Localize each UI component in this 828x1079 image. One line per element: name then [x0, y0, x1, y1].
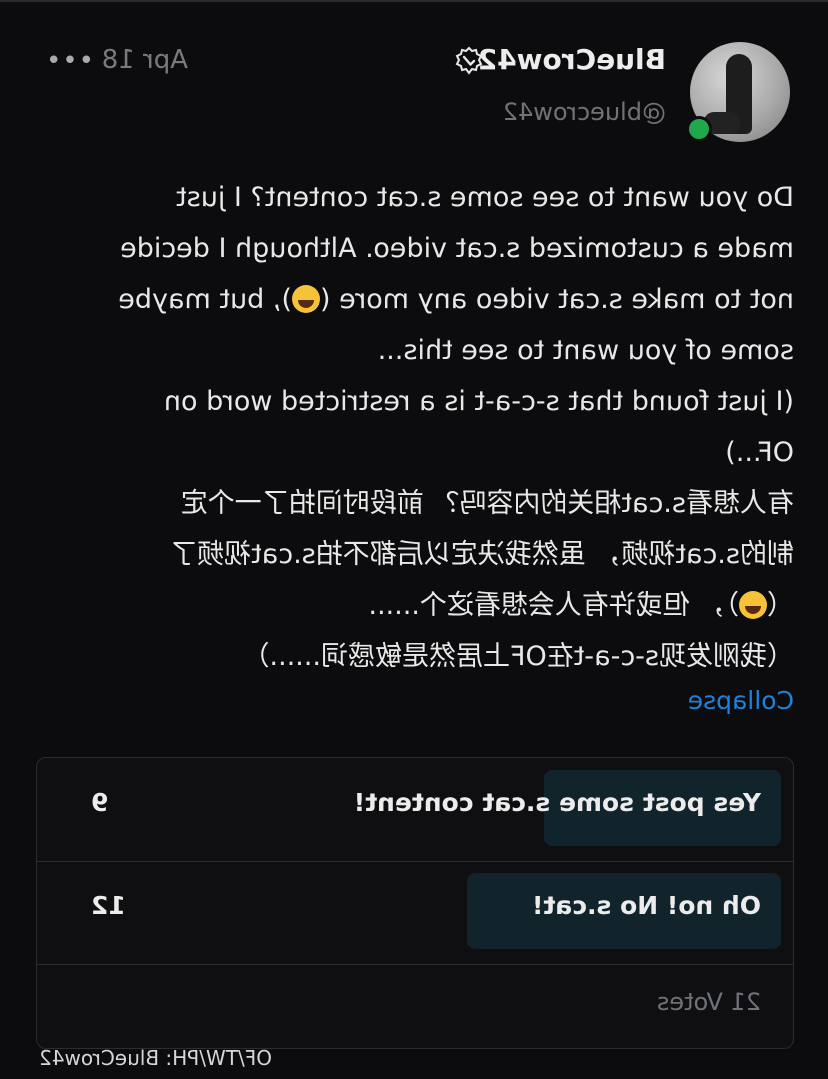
post-body: Do you want to see some s.cat content? I…: [46, 172, 794, 682]
post-body-line: some of you want to see this...: [377, 335, 794, 366]
post-body-line: （我刚发现s-c-a-t在OF上居然是敏感词......）: [242, 641, 794, 672]
poll-option[interactable]: Oh no! No s.cat! 12: [37, 861, 793, 965]
poll-total-votes: 21 Votes: [656, 988, 761, 1016]
poll-option-label: Yes post some s.cat content!: [353, 788, 761, 817]
post-card: BlueCrow42 Apr 18 ••• @bluecrow42 Do you…: [0, 0, 828, 1079]
watermark: OF/TW/PH: BlueCrow42: [39, 1046, 272, 1070]
poll: Yes post some s.cat content! 9 Oh no! No…: [36, 757, 794, 1049]
poll-option-count: 9: [91, 788, 109, 817]
username[interactable]: BlueCrow42: [478, 43, 666, 76]
post-body-line: (I just found that s-c-a-t is a restrict…: [163, 386, 794, 417]
poll-option-count: 12: [91, 891, 126, 920]
divider: [0, 0, 828, 2]
online-status-dot: [686, 116, 712, 142]
post-body-line: Do you want to see some s.cat content? I…: [176, 182, 794, 213]
collapse-link[interactable]: Collapse: [688, 686, 794, 715]
laughing-emoji-icon: [739, 591, 767, 619]
post-body-line: made a customized s.cat video. Although …: [120, 233, 794, 264]
post-body-line: （）， 但或许有人会想看这个......: [368, 590, 794, 621]
poll-option-label: Oh no! No s.cat!: [531, 891, 761, 920]
post-body-line: 制的s.cat视频， 虽然我决定以后都不拍s.cat视频了: [170, 539, 794, 570]
post-body-line: not to make s.cat video any more (), but…: [118, 284, 794, 315]
user-handle[interactable]: @bluecrow42: [503, 98, 666, 126]
post-body-line: OF...): [725, 437, 794, 468]
verified-badge-icon: [455, 46, 483, 75]
more-options-icon[interactable]: •••: [45, 46, 94, 76]
laughing-emoji-icon: [291, 285, 320, 313]
post-body-line: 有人想看s.cat相关的内容吗？ 前段时间拍了一个定: [180, 488, 794, 519]
post-date: Apr 18: [101, 45, 188, 75]
poll-option[interactable]: Yes post some s.cat content! 9: [37, 758, 793, 862]
